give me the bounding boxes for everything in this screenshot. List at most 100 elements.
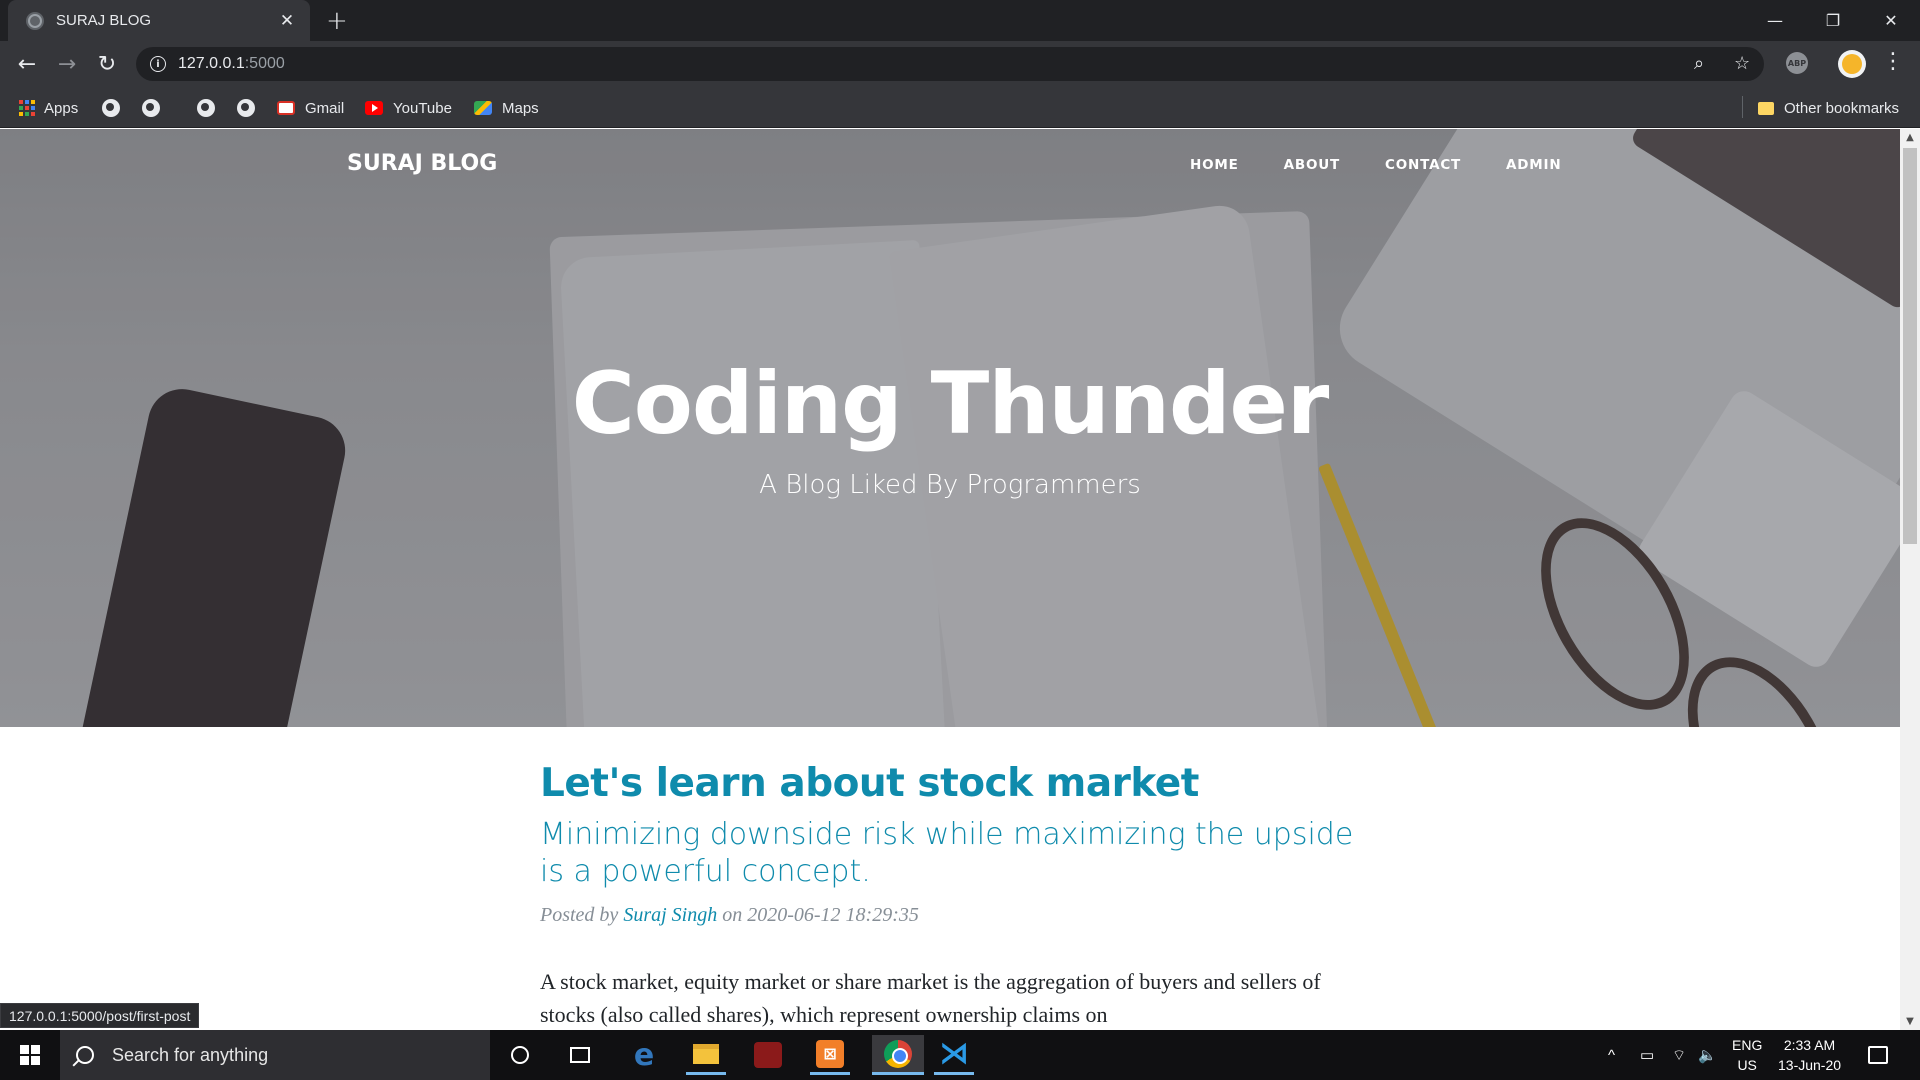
cortana-button[interactable] xyxy=(500,1035,540,1075)
wifi-icon[interactable]: ⌔ xyxy=(1672,1030,1686,1080)
scroll-up-arrow-icon[interactable]: ▲ xyxy=(1900,129,1920,146)
file-explorer-taskbar-button[interactable] xyxy=(686,1035,726,1075)
globe-icon xyxy=(237,99,255,117)
forward-arrow-icon[interactable]: → xyxy=(52,49,82,79)
edge-taskbar-button[interactable]: e xyxy=(624,1035,664,1075)
tab-close-icon[interactable]: ✕ xyxy=(276,11,298,31)
hero-header: SURAJ BLOG HOME ABOUT CONTACT ADMIN Codi… xyxy=(0,129,1900,727)
url-host: 127.0.0.1 xyxy=(178,55,245,72)
globe-icon xyxy=(102,99,120,117)
post-body: A stock market, equity market or share m… xyxy=(540,969,1321,1027)
folder-icon xyxy=(693,1043,719,1064)
back-arrow-icon[interactable]: ← xyxy=(12,49,42,79)
task-view-button[interactable] xyxy=(560,1035,600,1075)
post-preview: Let's learn about stock market Minimizin… xyxy=(540,761,1370,1030)
hero-title: Coding Thunder xyxy=(571,354,1330,454)
youtube-icon xyxy=(365,101,383,115)
post-subtitle[interactable]: Minimizing downside risk while maximizin… xyxy=(540,816,1370,890)
bookmark-other[interactable]: Other bookmarks xyxy=(1758,96,1899,120)
battery-icon[interactable]: ▭ xyxy=(1640,1030,1654,1080)
url-port: :5000 xyxy=(244,55,285,72)
site-navigation: HOME ABOUT CONTACT ADMIN xyxy=(1190,157,1606,173)
bookmark-gmail[interactable]: Gmail xyxy=(277,96,344,120)
zoom-icon[interactable]: ⌕ xyxy=(1694,53,1704,74)
nav-about-link[interactable]: ABOUT xyxy=(1284,157,1340,173)
scroll-thumb[interactable] xyxy=(1903,148,1917,544)
clock-time: 2:33 AM xyxy=(1783,1037,1836,1053)
new-tab-button[interactable]: + xyxy=(326,6,348,36)
maps-icon xyxy=(474,101,492,115)
app-icon xyxy=(754,1042,782,1068)
folder-icon xyxy=(1758,101,1774,115)
edge-icon: e xyxy=(633,1037,655,1073)
bookmark-apps[interactable]: Apps xyxy=(19,96,78,120)
windows-logo-icon xyxy=(20,1045,40,1065)
hero-subtitle: A Blog Liked By Programmers xyxy=(759,470,1141,500)
show-hidden-icons-chevron[interactable]: ^ xyxy=(1608,1030,1615,1080)
window-controls: — ❐ ✕ xyxy=(1746,0,1920,41)
windows-taskbar: Search for anything e ⊠ ⋊ ^ ▭ ⌔ 🔈 ENG US… xyxy=(0,1030,1920,1080)
chrome-icon xyxy=(884,1039,912,1068)
start-button[interactable] xyxy=(0,1030,60,1080)
app-taskbar-button[interactable] xyxy=(748,1035,788,1075)
nav-home-link[interactable]: HOME xyxy=(1190,157,1239,173)
post-author-link[interactable]: Suraj Singh xyxy=(623,904,717,926)
taskbar-search-box[interactable]: Search for anything xyxy=(60,1030,490,1080)
close-window-button[interactable]: ✕ xyxy=(1862,0,1920,41)
restore-button[interactable]: ❐ xyxy=(1804,0,1862,41)
notification-icon xyxy=(1868,1046,1888,1064)
xampp-icon: ⊠ xyxy=(816,1039,844,1068)
xampp-taskbar-button[interactable]: ⊠ xyxy=(810,1035,850,1075)
tab-title: SURAJ BLOG xyxy=(56,12,152,29)
reload-icon[interactable]: ↻ xyxy=(92,49,122,79)
bookmark-maps[interactable]: Maps xyxy=(474,96,539,120)
search-icon xyxy=(76,1046,94,1064)
volume-icon[interactable]: 🔈 xyxy=(1698,1030,1717,1080)
notification-center-button[interactable] xyxy=(1868,1030,1888,1080)
vscode-icon: ⋊ xyxy=(939,1036,969,1071)
clock[interactable]: 2:33 AM 13-Jun-20 xyxy=(1778,1030,1841,1080)
adblock-extension-icon[interactable]: ABP xyxy=(1786,52,1808,74)
bookmark-youtube[interactable]: YouTube xyxy=(365,96,452,120)
taskbar-search-placeholder: Search for anything xyxy=(112,1044,269,1065)
minimize-button[interactable]: — xyxy=(1746,0,1804,41)
bookmark-youtube-label: YouTube xyxy=(393,99,452,117)
language-code: ENG xyxy=(1732,1037,1763,1053)
globe-icon xyxy=(26,11,44,30)
globe-icon xyxy=(142,99,160,117)
post-meta: Posted by Suraj Singh on 2020-06-12 18:2… xyxy=(540,904,1370,927)
bookmark-globe-1[interactable] xyxy=(102,96,120,120)
clock-date: 13-Jun-20 xyxy=(1778,1057,1842,1073)
post-date: 2020-06-12 18:29:35 xyxy=(747,904,919,926)
bookmark-gmail-label: Gmail xyxy=(305,99,345,117)
globe-icon xyxy=(197,99,215,117)
post-title-link[interactable]: Let's learn about stock market xyxy=(540,761,1370,806)
chrome-taskbar-button[interactable] xyxy=(872,1035,924,1075)
apps-grid-icon xyxy=(19,100,35,116)
post-meta-prefix: Posted by xyxy=(540,904,619,926)
profile-avatar[interactable] xyxy=(1838,50,1866,78)
info-icon[interactable]: i xyxy=(150,56,166,72)
site-brand-link[interactable]: SURAJ BLOG xyxy=(347,151,497,176)
bookmark-star-icon[interactable]: ☆ xyxy=(1734,53,1750,74)
address-bar[interactable]: i 127.0.0.1 :5000 ⌕ ☆ xyxy=(136,47,1764,81)
bookmark-other-label: Other bookmarks xyxy=(1784,99,1900,117)
bookmark-globe-3[interactable] xyxy=(197,96,215,120)
chrome-menu-icon[interactable]: ⋮ xyxy=(1882,49,1904,74)
browser-tab[interactable]: SURAJ BLOG ✕ xyxy=(8,0,310,41)
bookmark-apps-label: Apps xyxy=(44,99,79,117)
bookmark-divider xyxy=(1742,96,1743,118)
bookmark-globe-2[interactable] xyxy=(142,96,160,120)
nav-admin-link[interactable]: ADMIN xyxy=(1506,157,1561,173)
web-page: SURAJ BLOG HOME ABOUT CONTACT ADMIN Codi… xyxy=(0,129,1900,1030)
bookmarks-bar: Apps Gmail YouTube Maps Other bookmarks xyxy=(0,88,1920,128)
nav-contact-link[interactable]: CONTACT xyxy=(1385,157,1461,173)
scroll-down-arrow-icon[interactable]: ▼ xyxy=(1900,1013,1920,1030)
page-scrollbar[interactable]: ▲ ▼ xyxy=(1900,129,1920,1030)
vscode-taskbar-button[interactable]: ⋊ xyxy=(934,1035,974,1075)
post-meta-on: on xyxy=(722,904,743,926)
region-code: US xyxy=(1737,1057,1757,1073)
language-indicator[interactable]: ENG US xyxy=(1732,1030,1762,1080)
task-view-icon xyxy=(570,1047,590,1063)
bookmark-globe-4[interactable] xyxy=(237,96,255,120)
